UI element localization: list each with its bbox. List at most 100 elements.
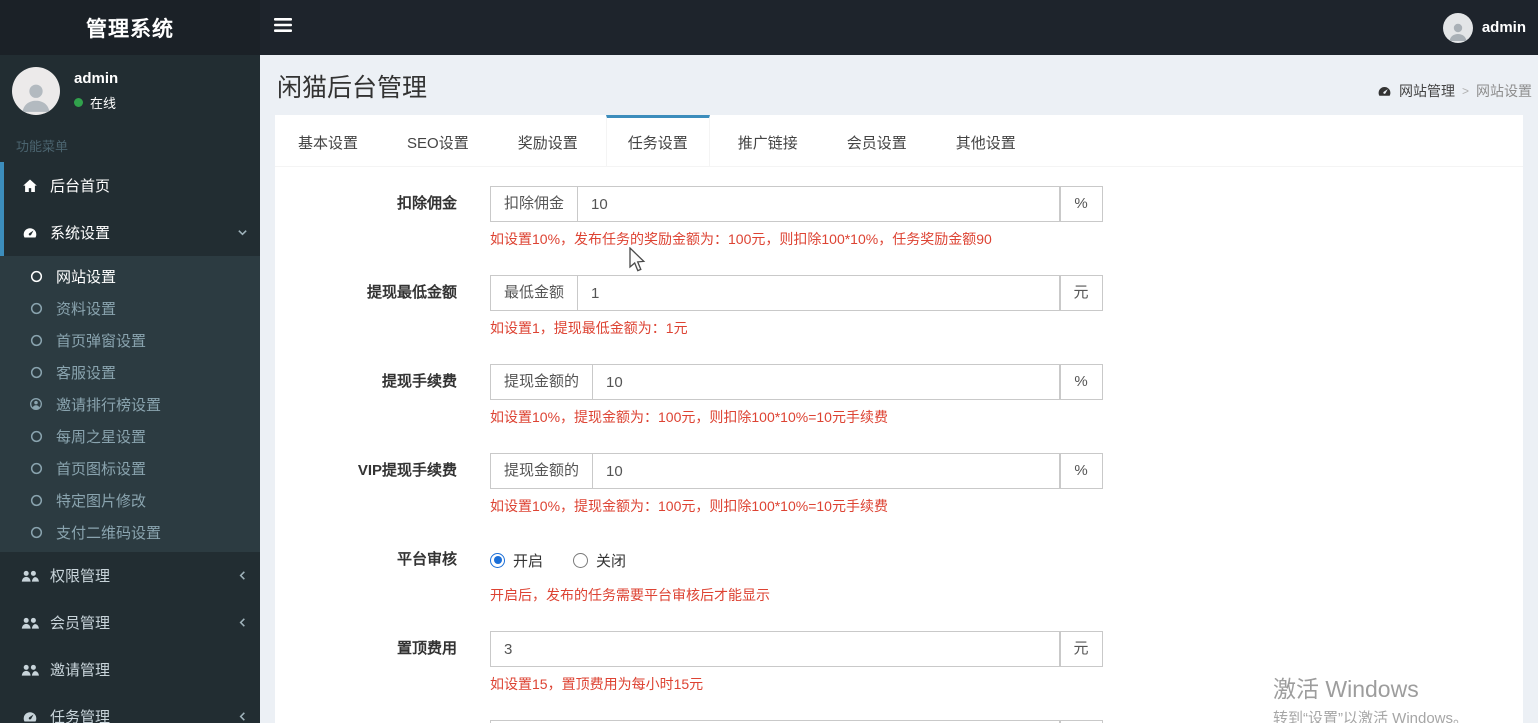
min-withdraw-input-prefix: 最低金额 [490,275,578,311]
user-circle-icon [25,397,47,411]
platform-review-radio-开启[interactable]: 开启 [490,550,543,571]
vip-withdraw-fee-input-prefix: 提现金额的 [490,453,593,489]
circle-icon [25,302,47,315]
pin-fee-input-group: 元 [490,631,1103,667]
min-withdraw-input-group: 最低金额 元 [490,275,1103,311]
tab-promo-link[interactable]: 推广链接 [717,115,819,166]
sidebar-subitem-label: 邀请排行榜设置 [56,396,162,414]
form-row-label: 扣除佣金 [396,195,457,212]
sidebar-section-label: 功能菜单 [16,139,69,154]
platform-review-radio-group: 开启 关闭 [490,542,1103,578]
pin-fee-input[interactable] [490,631,1060,667]
withdraw-fee-input-prefix: 提现金额的 [490,364,593,400]
vip-withdraw-fee-input-group: 提现金额的% [490,453,1103,489]
radio-icon [490,552,505,568]
form-row-pin-fee: 置顶费用 元如设置15，置顶费用为每小时15元 [275,631,1523,694]
form-row-deduct-commission: 扣除佣金扣除佣金%如设置10%，发布任务的奖励金额为：100元，则扣除100*1… [275,186,1523,249]
radio-option-label: 关闭 [596,552,627,570]
withdraw-fee-input-suffix: % [1060,364,1103,400]
user-menu[interactable]: admin [1431,0,1538,55]
withdraw-fee-input[interactable] [592,364,1060,400]
breadcrumb-root[interactable]: 网站管理 [1399,81,1455,101]
content-header: 闲猫后台管理 网站管理 > 网站设置 [260,55,1538,115]
users-icon [18,663,42,677]
home-icon [18,178,42,194]
sidebar-item-profile-settings[interactable]: 资料设置 [0,292,260,324]
tab-task[interactable]: 任务设置 [605,115,710,166]
online-dot-icon [74,98,83,107]
sidebar-item-weekly-star-settings[interactable]: 每周之星设置 [0,420,260,452]
sidebar-toggle-button[interactable] [260,0,306,55]
deduct-commission-input[interactable] [577,186,1060,222]
circle-icon [25,430,47,443]
sidebar-item-label: 任务管理 [50,709,111,723]
sidebar-item-home-icon-settings[interactable]: 首页图标设置 [0,452,260,484]
tab-nav: 基本设置 SEO设置 奖励设置 任务设置 推广链接 会员设置 其他设置 [275,115,1523,167]
task-settings-form: 扣除佣金扣除佣金%如设置10%，发布任务的奖励金额为：100元，则扣除100*1… [275,167,1523,723]
tab-basic[interactable]: 基本设置 [277,115,379,166]
breadcrumb-separator: > [1461,84,1469,98]
breadcrumb: 网站管理 > 网站设置 [1377,81,1532,101]
sidebar-item-system-settings[interactable]: 系统设置 [0,209,260,256]
chevron-down-icon [237,227,248,238]
sidebar-item-label: 邀请管理 [50,662,111,679]
form-row-platform-review: 平台审核 开启 关闭 开启后，发布的任务需要平台审核后才能显示 [275,542,1523,605]
online-status: 在线 [74,93,118,112]
circle-icon [25,334,47,347]
main-content: 闲猫后台管理 网站管理 > 网站设置 基本设置 SEO设置 奖励设置 任务设置 推广链接… [260,55,1538,723]
username-label: admin [1481,19,1526,36]
tab-seo[interactable]: SEO设置 [386,115,490,166]
form-row-control: 最低金额 元如设置1，提现最低金额为：1元 [490,275,1103,338]
chevron-left-icon [237,570,248,581]
sidebar-item-label: 后台首页 [50,178,111,195]
submenu-system-settings: 网站设置资料设置首页弹窗设置 客服设置邀请排行榜设置 每周之星设置首页图标设置 特定图… [0,256,260,552]
users-icon [18,569,42,583]
form-row-label: 置顶费用 [396,640,457,657]
sidebar-item-payment-qrcode-settings[interactable]: 支付二维码设置 [0,516,260,548]
tab-other[interactable]: 其他设置 [935,115,1037,166]
sidebar-item-home-popup-settings[interactable]: 首页弹窗设置 [0,324,260,356]
vip-withdraw-fee-input[interactable] [592,453,1060,489]
sidebar-subitem-label: 支付二维码设置 [56,524,162,542]
top-navbar: 管理系统 admin [0,0,1538,55]
sidebar-subitem-label: 每周之星设置 [56,428,147,446]
circle-icon [25,494,47,507]
sidebar-username: admin [74,70,119,87]
sidebar-item-task-mgmt[interactable]: 任务管理 [0,693,260,723]
circle-icon [25,270,47,283]
sidebar-subitem-label: 资料设置 [56,300,117,318]
sidebar-user-panel: admin 在线 [0,55,260,127]
hamburger-icon [274,18,292,37]
chevron-left-icon [237,617,248,628]
form-row-control: 提现金额的% 如设置10%，提现金额为：100元，则扣除100*10%=10元手续… [490,364,1103,427]
circle-icon [25,462,47,475]
tab-reward[interactable]: 奖励设置 [497,115,599,166]
sidebar-item-customer-service-settings[interactable]: 客服设置 [0,356,260,388]
sidebar-item-backend-home[interactable]: 后台首页 [0,162,260,209]
form-row-control: 开启 关闭开启后，发布的任务需要平台审核后才能显示 [490,542,1103,605]
form-row-hint: 如设置1，提现最低金额为：1元 [490,320,688,336]
deduct-commission-input-suffix: % [1060,186,1103,222]
app-logo[interactable]: 管理系统 [0,0,260,55]
sidebar-item-member-mgmt[interactable]: 会员管理 [0,599,260,646]
form-row-control: 扣除佣金% 如设置10%，发布任务的奖励金额为：100元，则扣除100*10%，任… [490,186,1103,249]
sidebar-item-specific-image-edit[interactable]: 特定图片修改 [0,484,260,516]
form-row-hint: 开启后，发布的任务需要平台审核后才能显示 [490,587,770,603]
form-row-control: 提现金额的% 如设置10%，提现金额为：100元，则扣除100*10%=10元手续… [490,453,1103,516]
sidebar-avatar-icon [12,67,60,115]
sidebar: admin 在线 功能菜单 后台首页系统设置网站设置资料设置首页弹窗设置 客服设置… [0,55,260,723]
breadcrumb-current: 网站设置 [1476,83,1532,99]
tab-member[interactable]: 会员设置 [826,115,928,166]
sidebar-item-label: 会员管理 [50,615,111,632]
sidebar-item-invite-ranking-settings[interactable]: 邀请排行榜设置 [0,388,260,420]
form-row-vip-withdraw-fee: VIP提现手续费 提现金额的% 如设置10%，提现金额为：100元，则扣除100*1… [275,453,1523,516]
min-withdraw-input[interactable] [577,275,1060,311]
sidebar-item-site-settings[interactable]: 网站设置 [0,260,260,292]
form-row-hint: 如设置15，置顶费用为每小时15元 [490,676,704,692]
sidebar-subitem-label: 网站设置 [56,268,117,286]
platform-review-radio-关闭[interactable]: 关闭 [573,550,626,571]
sidebar-item-invite-mgmt[interactable]: 邀请管理 [0,646,260,693]
deduct-commission-input-prefix: 扣除佣金 [490,186,578,222]
form-row-min-withdraw: 提现最低金额 最低金额 元如设置1，提现最低金额为：1元 [275,275,1523,338]
sidebar-item-permission-mgmt[interactable]: 权限管理 [0,552,260,599]
